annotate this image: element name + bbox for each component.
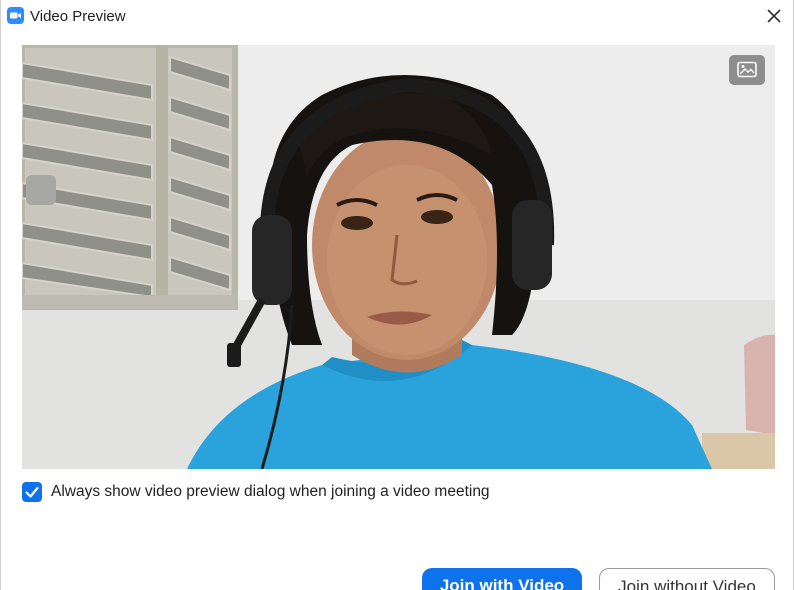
camera-preview (22, 45, 775, 469)
always-show-preview-checkbox[interactable] (22, 482, 42, 502)
change-background-button[interactable] (729, 55, 765, 85)
close-button[interactable] (763, 5, 785, 27)
window-title: Video Preview (30, 8, 126, 25)
close-icon (767, 9, 781, 23)
always-show-preview-label: Always show video preview dialog when jo… (51, 483, 490, 500)
join-with-video-button[interactable]: Join with Video (422, 568, 582, 590)
camera-feed-image (22, 45, 775, 469)
video-preview-window: Video Preview Always show video preview … (0, 0, 794, 590)
zoom-camera-icon (7, 7, 24, 24)
always-show-preview-option[interactable]: Always show video preview dialog when jo… (22, 481, 490, 503)
title-bar: Video Preview (1, 0, 793, 33)
image-icon (737, 61, 757, 78)
checkmark-icon (25, 486, 39, 498)
join-without-video-button[interactable]: Join without Video (599, 568, 775, 590)
